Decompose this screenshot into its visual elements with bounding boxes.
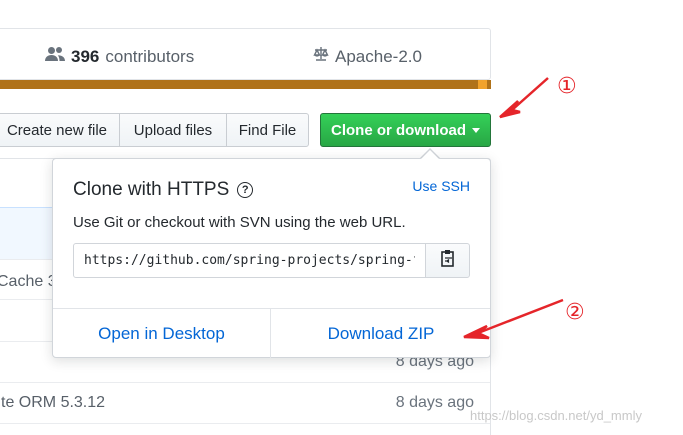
table-row-divider <box>0 423 490 424</box>
popover-title: Clone with HTTPS ? <box>73 179 254 201</box>
clone-popover: Clone with HTTPS ? Use SSH Use Git or ch… <box>52 158 491 358</box>
contributors-link[interactable]: 396 contributors <box>45 46 194 67</box>
create-new-file-button[interactable]: Create new file <box>0 113 120 147</box>
open-in-desktop-button[interactable]: Open in Desktop <box>53 309 271 358</box>
law-scale-icon <box>313 46 329 67</box>
clone-or-download-button[interactable]: Clone or download <box>320 113 491 147</box>
clone-description: Use Git or checkout with SVN using the w… <box>73 214 406 231</box>
copy-to-clipboard-button[interactable] <box>425 243 470 278</box>
file-list-row-text[interactable]: te ORM 5.3.12 <box>1 394 105 412</box>
contributors-count: 396 <box>71 46 100 66</box>
clone-with-https-title: Clone with HTTPS <box>73 179 230 200</box>
people-icon <box>45 46 65 67</box>
annotation-marker-2: ② <box>565 300 585 325</box>
watermark-text: https://blog.csdn.net/yd_mmly <box>470 408 642 423</box>
file-list-row-date: 8 days ago <box>395 394 474 411</box>
license-label: Apache-2.0 <box>335 46 422 66</box>
find-file-button[interactable]: Find File <box>226 113 309 147</box>
upload-files-button[interactable]: Upload files <box>119 113 227 147</box>
file-list-row-text[interactable]: Cache 3 <box>0 273 57 291</box>
clipboard-icon <box>440 249 455 272</box>
annotation-arrow-1 <box>499 77 549 119</box>
use-ssh-link[interactable]: Use SSH <box>412 178 470 194</box>
table-row-divider <box>0 382 490 383</box>
question-icon[interactable]: ? <box>237 182 254 198</box>
download-zip-button[interactable]: Download ZIP <box>272 309 490 358</box>
annotation-marker-1: ① <box>557 74 577 99</box>
popover-caret-inner <box>421 150 439 159</box>
repo-summary-bar: 396 contributors Apache-2.0 <box>0 28 491 80</box>
clone-url-input[interactable] <box>73 243 426 278</box>
clone-url-group <box>73 243 470 278</box>
language-bar-segment <box>478 80 487 89</box>
popover-footer: Open in Desktop Download ZIP <box>53 308 490 358</box>
caret-down-icon <box>472 127 480 133</box>
language-bar <box>0 80 491 89</box>
license-link[interactable]: Apache-2.0 <box>313 46 422 67</box>
contributors-label: contributors <box>105 46 195 66</box>
clone-or-download-label: Clone or download <box>331 121 466 139</box>
